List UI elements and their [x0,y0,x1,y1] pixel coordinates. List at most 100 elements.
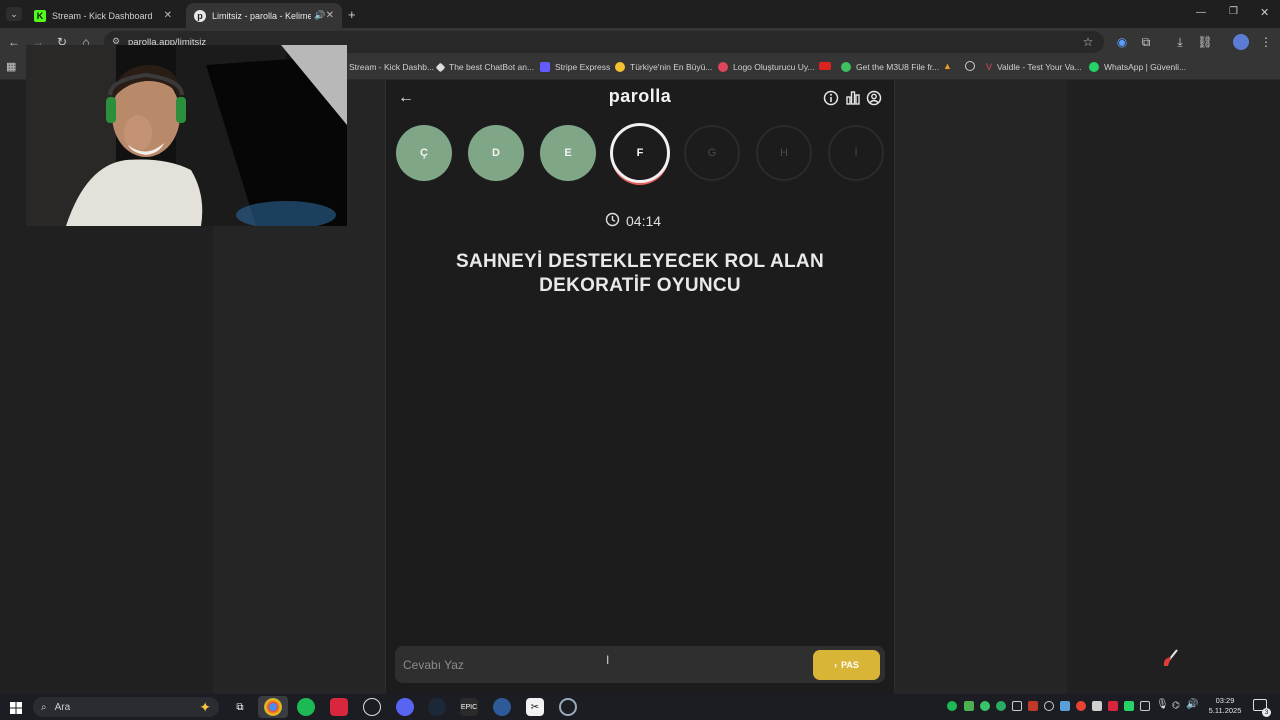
restore-icon[interactable]: ❐ [1229,6,1238,17]
parolla-favicon-icon: p [194,9,206,22]
discord-icon[interactable] [396,698,414,716]
tab-search-button[interactable]: ⌄ [6,7,22,21]
text-cursor-icon: I [606,653,610,667]
stripe-icon [540,62,550,72]
app-blue-icon[interactable] [493,698,511,716]
whatsapp-icon [1089,62,1099,72]
tray-app-icon[interactable] [1028,701,1038,711]
tray-app-icon[interactable] [1012,701,1022,711]
wifi-icon[interactable]: ⌬ [1172,700,1180,711]
menu-icon[interactable]: ⋮ [1258,34,1274,50]
task-view-icon[interactable]: ⧉ [231,698,249,716]
extension-icon[interactable]: ◉ [1114,34,1130,50]
tray-app-icon[interactable] [1124,701,1134,711]
bookmark-site-icon [615,62,625,72]
bookmark-arrow-icon[interactable]: ▲ [943,61,952,71]
bookmark-item[interactable]: Stripe Express [540,58,610,76]
search-label: Ara [54,701,71,713]
window-close-icon[interactable]: ✕ [1260,6,1269,19]
volume-icon[interactable]: 🔊 [1186,699,1198,710]
tray-steam-icon[interactable] [1060,701,1070,711]
timer-text: 04:14 [626,213,662,229]
tab-parolla[interactable]: p Limitsiz - parolla - Kelime o 🔊 ✕ [186,3,342,28]
microphone-icon[interactable]: 🎙 [1156,699,1169,710]
date-text: 5.11.2025 [1208,706,1242,715]
bookmark-item[interactable]: Logo Oluşturucu Uy... [718,58,815,76]
back-nav-icon[interactable]: ← [6,34,22,50]
back-arrow-icon[interactable]: ← [397,89,415,107]
question-line: SAHNEYİ DESTEKLEYECEK ROL ALAN [456,251,824,272]
letter-circle: İ [828,125,884,181]
letter-circle: E [540,125,596,181]
steam-icon[interactable] [428,698,446,716]
audio-playing-icon[interactable]: 🔊 [314,10,325,21]
apps-grid-icon[interactable]: ▦ [6,60,16,73]
chrome-icon[interactable] [264,698,282,716]
copilot-sparkle-icon: ✦ [199,698,211,715]
chevron-right-icon: › [834,660,838,670]
tray-chrome-icon[interactable] [1076,701,1086,711]
close-tab-icon[interactable]: ✕ [326,10,334,21]
letter-circle-current: F [610,123,670,183]
extensions-puzzle-icon[interactable]: ⧉ [1138,34,1154,50]
question-text: SAHNEYİ DESTEKLEYECEK ROL ALAN DEKORATİF… [420,250,860,298]
clock-icon [605,212,620,230]
minimize-icon[interactable]: — [1196,7,1206,18]
time-text: 03:29 [1215,696,1235,705]
notification-count: 3 [1262,708,1271,717]
tray-app-icon[interactable] [996,701,1006,711]
obs-icon[interactable] [363,698,381,716]
webcam-overlay [26,45,347,226]
kick-icon: K [34,9,46,22]
tray-app-icon[interactable] [1108,701,1118,711]
parolla-logo[interactable]: parolla [560,86,720,108]
chatbot-icon [435,62,446,72]
app-red-icon[interactable] [330,698,348,716]
taskbar-search[interactable]: ⌕ Ara ✦ [33,697,219,717]
tab-kick-dashboard[interactable]: K Stream - Kick Dashboard ✕ [26,3,180,28]
taskbar-clock[interactable]: 03:29 5.11.2025 [1200,696,1250,716]
tab-title: Stream - Kick Dashboard [52,10,153,21]
profile-avatar[interactable] [1233,34,1249,50]
bookmark-item[interactable]: Stream - Kick Dashb... [349,58,434,76]
tab-title: Limitsiz - parolla - Kelime o [212,10,312,21]
tray-app-icon[interactable] [1092,701,1102,711]
valorant-icon: V [986,62,993,72]
bookmark-item[interactable]: WhatsApp | Güvenli... [1089,58,1186,76]
letter-circle: H [756,125,812,181]
globe-icon[interactable] [965,61,975,71]
bookmark-star-icon[interactable]: ☆ [1080,34,1096,50]
new-tab-icon[interactable]: + [348,7,356,22]
tray-app-icon[interactable] [964,701,974,711]
letter-circle: G [684,125,740,181]
bookmark-item[interactable]: Türkiye'nin En Büyü... [615,58,712,76]
windows-start-icon[interactable] [10,701,22,714]
link-icon[interactable]: ⛓ [1197,34,1213,50]
info-icon[interactable] [822,89,840,107]
app-circle-icon[interactable] [559,698,577,716]
tray-app-icon[interactable] [1140,701,1150,711]
tray-app-icon[interactable] [980,701,990,711]
tray-app-icon[interactable] [1044,701,1054,711]
brush-logo-icon [1162,648,1180,668]
search-icon: ⌕ [41,701,47,713]
close-tab-icon[interactable]: ✕ [164,10,172,21]
spotify-icon[interactable] [297,698,315,716]
capcut-icon[interactable]: ✂ [526,698,544,716]
youtube-icon[interactable] [819,62,831,70]
bookmark-item[interactable]: V Valdle - Test Your Va... [986,58,1082,76]
letter-circle: Ç [396,125,452,181]
epic-games-icon[interactable]: EPIC [460,698,478,716]
logo-maker-icon [718,62,728,72]
question-line: DEKORATİF OYUNCU [539,275,741,296]
bookmark-item[interactable]: Get the M3U8 File fr... [841,58,939,76]
user-icon[interactable] [865,89,883,107]
answer-input[interactable] [403,652,803,677]
bookmark-item[interactable]: The best ChatBot an... [435,58,534,76]
tray-spotify-icon[interactable] [947,701,957,711]
stats-icon[interactable] [844,89,862,107]
download-icon[interactable]: ⤓ [1172,34,1188,50]
m3u8-icon [841,62,851,72]
pass-label: PAS [841,660,859,670]
pass-button[interactable]: › PAS [813,650,880,680]
